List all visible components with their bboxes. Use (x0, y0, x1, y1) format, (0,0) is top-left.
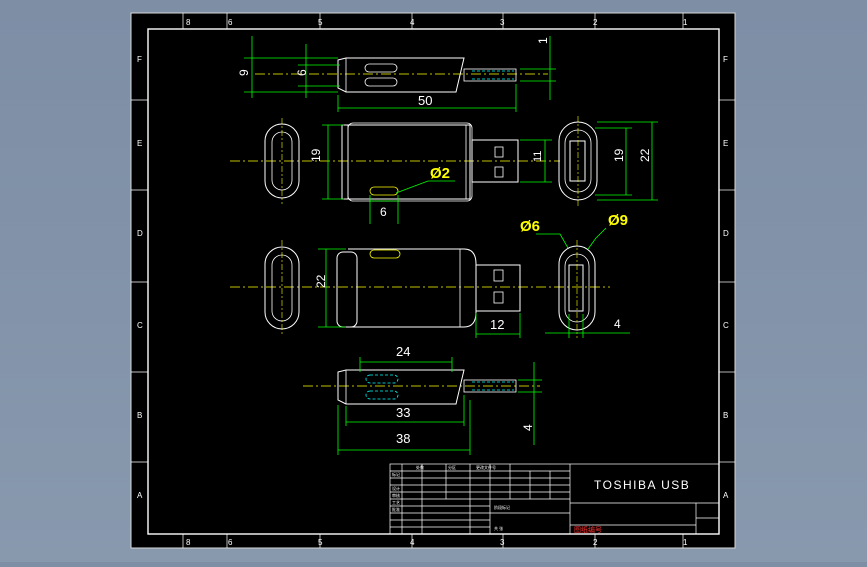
dim-bottom-38: 38 (396, 431, 410, 446)
dim-front-11: 11 (532, 151, 544, 162)
zone-column-label-bottom: 3 (500, 538, 505, 547)
title-block-header-label: 处数 (416, 464, 424, 470)
dim-top-1: 1 (536, 37, 550, 44)
dim-top-6: 6 (295, 69, 309, 76)
dim-section-12: 12 (490, 317, 504, 332)
zone-row-label-right: E (723, 139, 728, 148)
zone-column-label-top: 2 (593, 18, 598, 27)
zone-column-label-bottom: 5 (318, 538, 323, 547)
title-block-row-label: 批准 (392, 506, 400, 512)
callout-dia9: Ø9 (608, 212, 628, 229)
dim-bottom-24: 24 (396, 344, 410, 359)
zone-column-label-top: 3 (500, 18, 505, 27)
zone-column-label-bottom: 2 (593, 538, 598, 547)
zone-column-label-bottom: 8 (186, 538, 191, 547)
zone-column-label-top: 4 (410, 18, 415, 27)
zone-column-label-top: 5 (318, 18, 323, 27)
dim-top-9: 9 (237, 69, 251, 76)
dim-bottom-4: 4 (521, 424, 535, 431)
title-block-stage-label: 阶段标记 (494, 504, 510, 510)
dim-top-50: 50 (418, 93, 432, 108)
zone-column-label-top: 6 (228, 18, 233, 27)
zone-column-label-bottom: 1 (683, 538, 688, 547)
callout-dia6: Ø6 (520, 218, 540, 235)
title-block-header-label: 分区 (448, 464, 456, 470)
dim-end-19: 19 (612, 148, 626, 162)
zone-column-label-bottom: 4 (410, 538, 415, 547)
title-block-row-label: 设计 (392, 485, 400, 491)
zone-row-label-right: B (723, 411, 728, 420)
title-block-row-label: 标记 (392, 471, 400, 477)
technical-drawing: 88665544332211F FE ED DC CB BA A 9 6 1 50 (130, 12, 736, 549)
drawing-title: TOSHIBA USB (594, 478, 690, 492)
zone-row-label-right: F (723, 55, 728, 64)
zone-row-label-left: C (137, 321, 143, 330)
zone-column-label-bottom: 6 (228, 538, 233, 547)
zone-row-label-left: B (137, 411, 142, 420)
zone-row-label-left: D (137, 229, 143, 238)
dim-section-22: 22 (314, 274, 328, 288)
drawing-sheet (130, 12, 736, 549)
zone-row-label-left: A (137, 491, 143, 500)
zone-row-label-right: C (723, 321, 729, 330)
cad-drawing-canvas: 88665544332211FFEEDDCCBBAA 9 6 1 50 19 1… (0, 0, 867, 562)
dim-bottom-33: 33 (396, 405, 410, 420)
title-block-header-label: 更改文件号 (476, 464, 496, 470)
title-block-row-label: 工艺 (392, 500, 400, 505)
dim-front-6: 6 (380, 205, 387, 219)
zone-row-label-left: E (137, 139, 142, 148)
title-block-row-label: 审核 (392, 492, 400, 498)
dim-lower-4: 4 (614, 317, 621, 331)
zone-row-label-right: A (723, 491, 729, 500)
zone-row-label-left: F (137, 55, 142, 64)
dim-front-19: 19 (309, 148, 323, 162)
zone-row-label-right: D (723, 229, 729, 238)
zone-column-label-top: 8 (186, 18, 191, 27)
dim-end-22: 22 (638, 148, 652, 162)
zone-column-label-top: 1 (683, 18, 688, 27)
title-block-sheet-label: 共 张 (494, 525, 503, 531)
callout-front-dia2: Ø2 (430, 165, 450, 182)
drawing-red-note: 图纸编号 (574, 525, 602, 534)
